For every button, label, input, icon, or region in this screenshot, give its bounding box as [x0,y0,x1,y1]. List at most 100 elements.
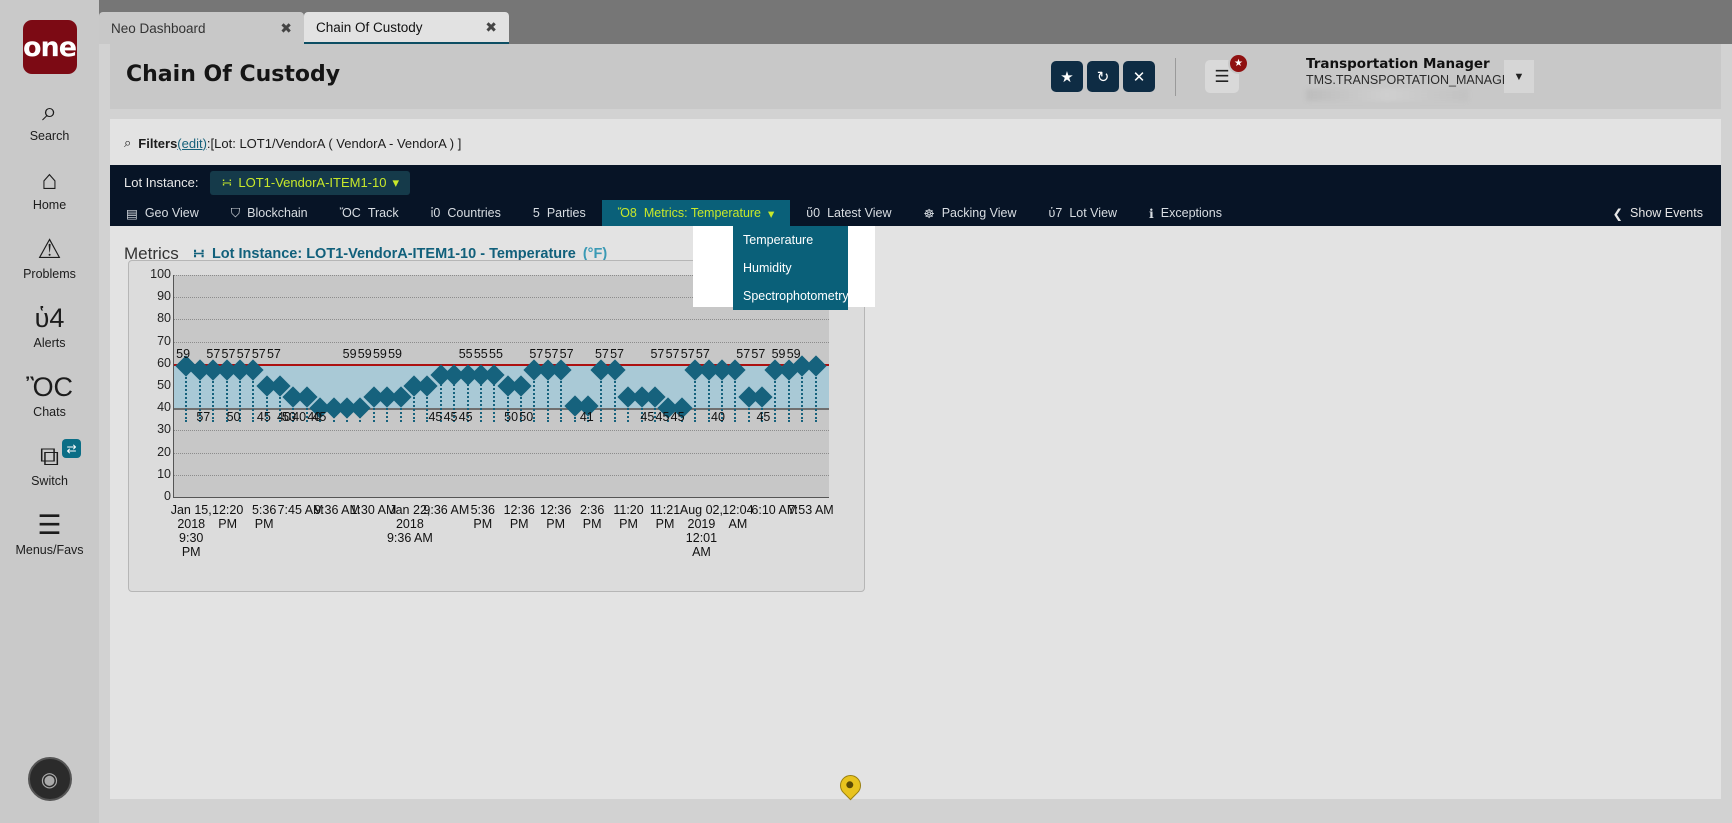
rail-item-search[interactable]: ⌕ Search [0,96,99,143]
show-events-button[interactable]: ❮ Show Events [1595,200,1721,226]
rail-item-label: Menus/Favs [15,543,83,557]
browser-tab-0[interactable]: Neo Dashboard ✖ [99,12,304,44]
favorite-button[interactable]: ★ [1051,61,1083,92]
dropdown-item-spectrophotometry[interactable]: Spectrophotometry [733,282,848,310]
rail-item-menus-favs[interactable]: ☰ Menus/Favs [0,510,99,557]
nav-tab-metrics-temperature[interactable]: Ὄ8 Metrics: Temperature ▾ [602,200,791,226]
close-icon[interactable]: ✖ [465,19,497,36]
data-label: 50 [227,410,241,424]
nav-tab-packing-view[interactable]: ☸ Packing View [908,200,1033,226]
data-label: 55 [459,347,473,361]
filters-bar: ⌕ Filters (edit) :[Lot: LOT1/VendorA ( V… [110,129,1721,157]
metrics-dropdown: Temperature Humidity Spectrophotometry [733,226,848,310]
left-nav-rail: one ⌕ Search ⌂ Home ⚠ Problems ὑ4 Alerts ὊC Chats… [0,0,99,823]
people-icon: ὆5 [533,206,540,220]
data-label: 57 [545,347,559,361]
nav-tab-latest-view[interactable]: ὕ0 Latest View [790,200,907,226]
nav-tab-label: Packing View [942,206,1017,220]
chevron-left-icon: ❮ [1613,206,1623,221]
data-label: 59 [343,347,357,361]
nav-tab-exceptions[interactable]: ℹ Exceptions [1133,200,1238,226]
nav-tab-geo-view[interactable]: ▤ Geo View [110,200,215,226]
data-label: 40 [292,410,306,424]
data-label: 59 [787,347,801,361]
y-axis-tick: 70 [131,334,171,348]
y-axis-line [173,275,174,497]
chevron-down-icon: ▾ [392,175,399,191]
y-axis-tick: 100 [131,267,171,281]
dropdown-item-temperature[interactable]: Temperature [733,226,848,254]
y-axis-tick: 50 [131,378,171,392]
show-events-label: Show Events [1630,206,1703,220]
y-axis-tick: 90 [131,289,171,303]
nav-tab-lot-view[interactable]: ὑ7 Lot View [1033,200,1134,226]
rail-item-home[interactable]: ⌂ Home [0,165,99,212]
data-label: 57 [595,347,609,361]
lot-instance-chip[interactable]: ∺ LOT1-VendorA-ITEM1-10 ▾ [210,171,410,195]
data-label: 40 [307,410,321,424]
browser-tab-label: Neo Dashboard [111,21,206,36]
rail-item-label: Alerts [34,336,66,350]
x-axis-line [173,497,829,498]
package-icon: ☸ [924,206,935,221]
data-label: 57 [736,347,750,361]
nav-tab-label: Latest View [827,206,891,220]
rail-item-label: Problems [23,267,76,281]
y-axis-tick: 80 [131,311,171,325]
rail-item-label: Chats [33,405,66,419]
content-card: ⌕ Filters (edit) :[Lot: LOT1/VendorA ( V… [110,119,1721,799]
header-menu-badge: ★ [1228,53,1249,74]
dropdown-item-humidity[interactable]: Humidity [733,254,848,282]
data-label: 57 [206,347,220,361]
user-menu-caret[interactable]: ▼ [1504,60,1534,93]
data-label: 45 [671,410,685,424]
warning-icon: ⚠ [37,234,61,264]
browser-tab-1[interactable]: Chain Of Custody ✖ [304,12,509,44]
metrics-dropdown-backdrop: Temperature Humidity Spectrophotometry [693,226,875,307]
data-label: 57 [560,347,574,361]
rail-item-alerts[interactable]: ὑ4 Alerts [0,303,99,350]
nav-tab-countries[interactable]: ἱ0 Countries [415,200,517,226]
rail-item-problems[interactable]: ⚠ Problems [0,234,99,281]
page-header: Chain Of Custody ★ ↻ ✕ ☰ ★ Transportatio… [110,44,1721,109]
map-icon: ▤ [126,206,138,221]
avatar[interactable]: ◉ [28,757,72,801]
data-label: 41 [580,410,594,424]
map-pin-icon[interactable] [836,771,866,801]
home-icon: ⌂ [41,165,57,195]
data-label: 59 [388,347,402,361]
header-divider [1175,58,1176,96]
nav-tab-track[interactable]: ὌC Track [324,200,415,226]
app-logo[interactable]: one [23,20,77,74]
nav-tab-label: Exceptions [1161,206,1222,220]
lot-instance-label: Lot Instance: [124,175,198,190]
rail-item-label: Search [30,129,70,143]
share-icon: ὑ7 [1049,206,1063,220]
browser-tab-label: Chain Of Custody [316,20,423,35]
globe-icon: ἱ0 [431,206,441,220]
y-axis-tick: 0 [131,489,171,503]
rail-item-chats[interactable]: ὊC Chats [0,372,99,419]
data-label: 59 [358,347,372,361]
filters-edit-link[interactable]: (edit) [177,136,207,151]
refresh-button[interactable]: ↻ [1087,61,1119,92]
chevron-down-icon: ▾ [768,206,774,221]
pin-icon: ὌC [340,206,361,220]
nav-tab-label: Geo View [145,206,199,220]
view-nav-bar: ▤ Geo View ⛉ Blockchain ὌC Track ἱ0 Countries ὆5… [110,200,1721,226]
gridline [173,475,829,476]
nav-tab-blockchain[interactable]: ⛉ Blockchain [215,200,324,226]
rail-item-switch[interactable]: ⧉ Switch ⇄ [0,441,99,488]
shield-icon: ⛉ [231,206,240,221]
y-axis-tick: 20 [131,445,171,459]
rail-item-label: Switch [31,474,68,488]
data-label: 57 [650,347,664,361]
close-button[interactable]: ✕ [1123,61,1155,92]
data-label: 57 [529,347,543,361]
data-label: 50 [519,410,533,424]
data-label: 59 [772,347,786,361]
nav-tab-parties[interactable]: ὆5 Parties [517,200,602,226]
close-icon[interactable]: ✖ [260,20,292,37]
gridline [173,453,829,454]
search-icon: ⌕ [124,135,131,151]
